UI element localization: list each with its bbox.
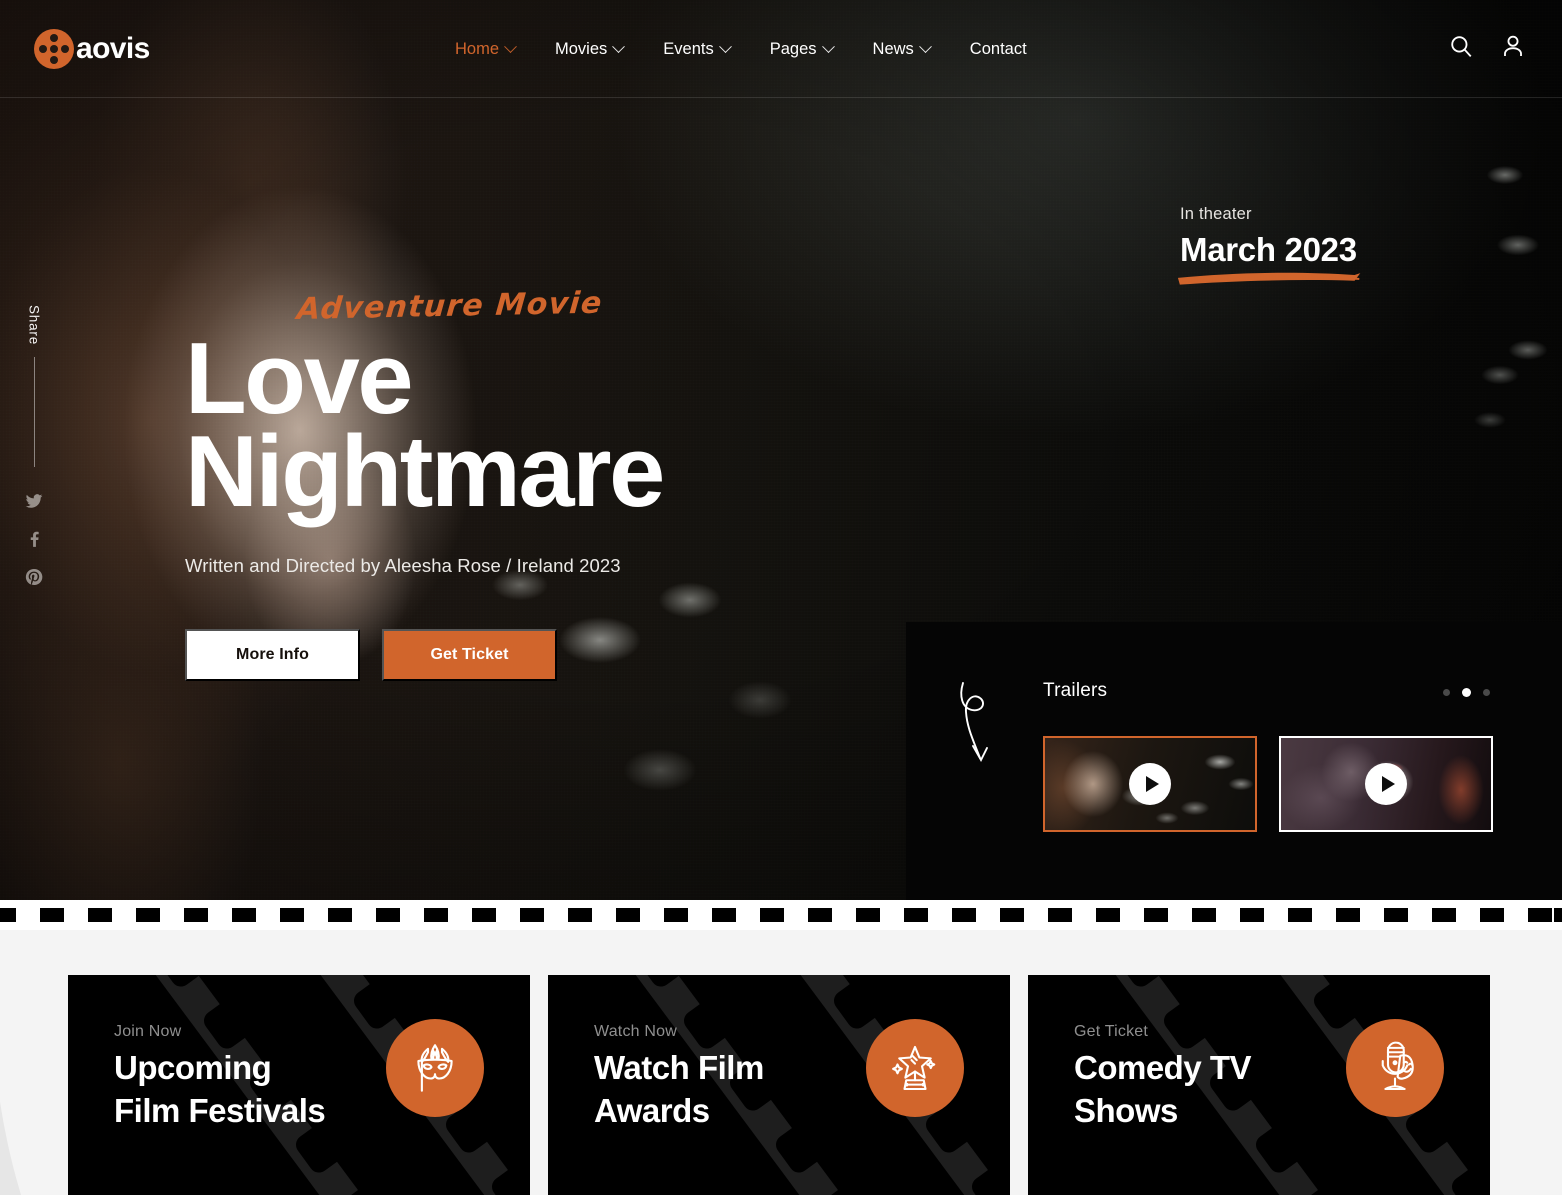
chevron-down-icon xyxy=(918,40,932,54)
nav-item-pages[interactable]: Pages xyxy=(770,36,873,63)
film-reel-icon xyxy=(34,29,74,69)
facebook-icon[interactable] xyxy=(24,527,44,551)
nav-label: Movies xyxy=(555,40,608,58)
get-ticket-button[interactable]: Get Ticket xyxy=(382,628,557,681)
nav-label: Pages xyxy=(769,40,817,58)
microphone-comedy-mask-icon xyxy=(1381,1041,1414,1091)
in-theater-block: In theater March 2023 xyxy=(1177,205,1361,285)
trailers-thumbnail-list xyxy=(1043,736,1493,832)
features-section: Join Now Upcoming Film Festivals Watch N… xyxy=(0,930,1562,1195)
trailer-thumbnail[interactable] xyxy=(1279,736,1493,832)
page-title: Love Nightmare xyxy=(185,323,985,528)
share-divider-line xyxy=(33,357,35,468)
nav-item-movies[interactable]: Movies xyxy=(555,36,663,63)
hero-title-line-1: Love xyxy=(185,323,414,435)
carousel-dot[interactable] xyxy=(1483,689,1490,696)
card-text: Join Now Upcoming Film Festivals xyxy=(114,1023,326,1133)
chevron-down-icon xyxy=(504,40,517,54)
card-eyebrow: Get Ticket xyxy=(1074,1023,1149,1040)
feature-card-comedy-tv[interactable]: Get Ticket Comedy TV Shows xyxy=(1028,975,1490,1195)
star-trophy-icon xyxy=(892,1045,936,1091)
share-rail: Share xyxy=(14,305,54,603)
chevron-down-icon xyxy=(821,40,835,54)
search-icon[interactable] xyxy=(1448,32,1474,60)
in-theater-label: In theater xyxy=(1180,205,1252,223)
brand-logo[interactable]: aovis xyxy=(34,29,150,69)
card-text: Get Ticket Comedy TV Shows xyxy=(1074,1023,1252,1133)
pinterest-icon[interactable] xyxy=(24,565,44,589)
card-eyebrow: Join Now xyxy=(114,1023,182,1040)
play-icon[interactable] xyxy=(1129,763,1171,805)
in-theater-date: March 2023 xyxy=(1177,231,1361,285)
trailers-panel: Trailers xyxy=(906,622,1562,900)
share-label: Share xyxy=(26,305,42,346)
hero-subtitle: Written and Directed by Aleesha Rose / I… xyxy=(185,554,621,576)
feature-card-film-festivals[interactable]: Join Now Upcoming Film Festivals xyxy=(68,975,530,1195)
nav-label: News xyxy=(872,40,914,58)
card-icon-badge xyxy=(1346,1019,1444,1117)
main-navigation: Home Movies Events Pages News Contact xyxy=(455,36,1067,63)
play-icon[interactable] xyxy=(1365,763,1407,805)
hero-title-line-2: Nightmare xyxy=(185,415,665,528)
feature-card-list: Join Now Upcoming Film Festivals Watch N… xyxy=(68,975,1490,1195)
hero-button-row: More Info Get Ticket xyxy=(185,628,985,681)
more-info-button[interactable]: More Info xyxy=(185,628,360,681)
feature-card-film-awards[interactable]: Watch Now Watch Film Awards xyxy=(548,975,1010,1195)
chevron-down-icon xyxy=(718,40,732,54)
nav-label: Contact xyxy=(969,40,1027,58)
hero-copy: Adventure Movie Love Nightmare Written a… xyxy=(185,286,985,681)
card-title: Upcoming Film Festivals xyxy=(114,1049,326,1129)
card-icon-badge xyxy=(386,1019,484,1117)
film-perforations xyxy=(0,908,1562,922)
card-eyebrow: Watch Now xyxy=(594,1023,678,1040)
carousel-dot-active[interactable] xyxy=(1462,688,1471,697)
nav-label: Events xyxy=(663,40,714,58)
nav-item-news[interactable]: News xyxy=(873,36,970,63)
chevron-down-icon xyxy=(612,40,626,54)
brand-name: aovis xyxy=(76,32,150,65)
card-icon-badge xyxy=(866,1019,964,1117)
hero-eyebrow: Adventure Movie xyxy=(295,285,605,327)
twitter-icon[interactable] xyxy=(24,489,44,513)
carousel-dot[interactable] xyxy=(1443,689,1450,696)
site-header: aovis Home Movies Events Pages News Cont… xyxy=(0,0,1562,98)
trailer-thumbnail-selected[interactable] xyxy=(1043,736,1257,832)
nav-item-home[interactable]: Home xyxy=(455,36,555,63)
film-strip-divider xyxy=(0,900,1562,930)
masquerade-mask-icon xyxy=(417,1044,453,1092)
card-title: Watch Film Awards xyxy=(594,1049,764,1129)
trailers-carousel-dots xyxy=(1443,688,1490,697)
nav-item-contact[interactable]: Contact xyxy=(970,36,1067,63)
page-root: aovis Home Movies Events Pages News Cont… xyxy=(0,0,1562,1195)
header-actions xyxy=(1448,32,1526,60)
handdrawn-underline-icon xyxy=(1177,272,1361,285)
card-title: Comedy TV Shows xyxy=(1074,1049,1252,1129)
trailers-heading: Trailers xyxy=(1043,680,1108,701)
user-account-icon[interactable] xyxy=(1500,32,1526,60)
nav-item-events[interactable]: Events xyxy=(663,36,769,63)
card-text: Watch Now Watch Film Awards xyxy=(594,1023,764,1133)
nav-label: Home xyxy=(455,40,500,58)
curved-arrow-icon xyxy=(960,682,988,763)
